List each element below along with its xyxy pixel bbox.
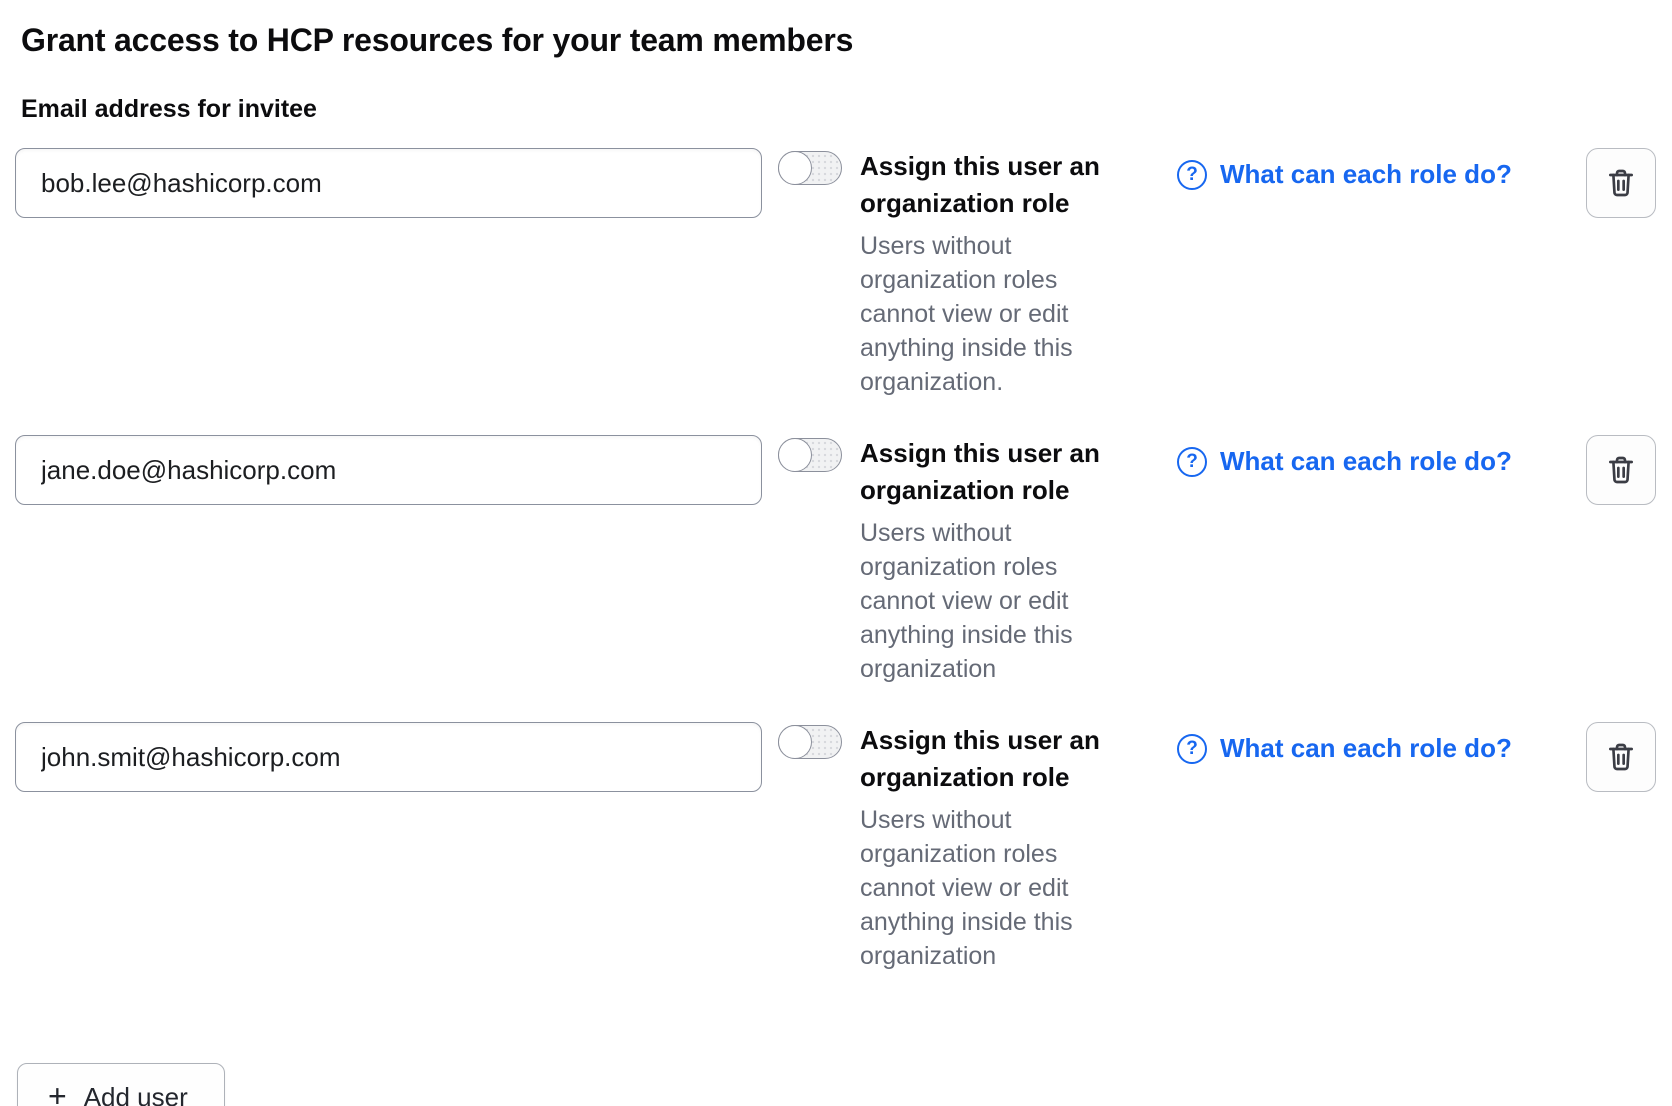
invitee-email-input[interactable] xyxy=(15,148,762,218)
org-role-toggle[interactable] xyxy=(778,725,842,759)
role-help-link[interactable]: ? What can each role do? xyxy=(1177,446,1512,477)
role-description: Users without organization roles cannot … xyxy=(860,803,1112,973)
role-description: Users without organization roles cannot … xyxy=(860,516,1112,686)
page-title: Grant access to HCP resources for your t… xyxy=(21,20,1656,60)
assign-role-label: Assign this user an organization role xyxy=(860,148,1162,222)
trash-icon xyxy=(1605,167,1637,199)
help-link-label: What can each role do? xyxy=(1220,159,1512,190)
delete-row-button[interactable] xyxy=(1586,435,1656,505)
trash-icon xyxy=(1605,454,1637,486)
role-text-column: Assign this user an organization role Us… xyxy=(860,722,1162,973)
help-icon: ? xyxy=(1177,447,1207,477)
delete-row-button[interactable] xyxy=(1586,722,1656,792)
invitee-email-input[interactable] xyxy=(15,722,762,792)
role-text-column: Assign this user an organization role Us… xyxy=(860,148,1162,399)
invitee-email-input[interactable] xyxy=(15,435,762,505)
invite-row: Assign this user an organization role Us… xyxy=(15,722,1656,973)
add-user-button[interactable]: + Add user xyxy=(17,1063,225,1106)
help-icon: ? xyxy=(1177,160,1207,190)
org-role-toggle[interactable] xyxy=(778,438,842,472)
help-icon: ? xyxy=(1177,734,1207,764)
org-role-toggle[interactable] xyxy=(778,151,842,185)
help-link-label: What can each role do? xyxy=(1220,446,1512,477)
role-help-link[interactable]: ? What can each role do? xyxy=(1177,159,1512,190)
toggle-knob xyxy=(778,151,812,185)
invite-row: Assign this user an organization role Us… xyxy=(15,435,1656,686)
role-description: Users without organization roles cannot … xyxy=(860,229,1112,399)
invite-row: Assign this user an organization role Us… xyxy=(15,148,1656,399)
delete-row-button[interactable] xyxy=(1586,148,1656,218)
help-link-label: What can each role do? xyxy=(1220,733,1512,764)
toggle-knob xyxy=(778,725,812,759)
invite-users-page: Grant access to HCP resources for your t… xyxy=(0,0,1672,1106)
trash-icon xyxy=(1605,741,1637,773)
assign-role-label: Assign this user an organization role xyxy=(860,722,1162,796)
role-text-column: Assign this user an organization role Us… xyxy=(860,435,1162,686)
assign-role-label: Assign this user an organization role xyxy=(860,435,1162,509)
email-field-label: Email address for invitee xyxy=(21,94,1656,124)
role-help-link[interactable]: ? What can each role do? xyxy=(1177,733,1512,764)
toggle-knob xyxy=(778,438,812,472)
add-user-label: Add user xyxy=(84,1082,188,1106)
plus-icon: + xyxy=(48,1080,67,1106)
